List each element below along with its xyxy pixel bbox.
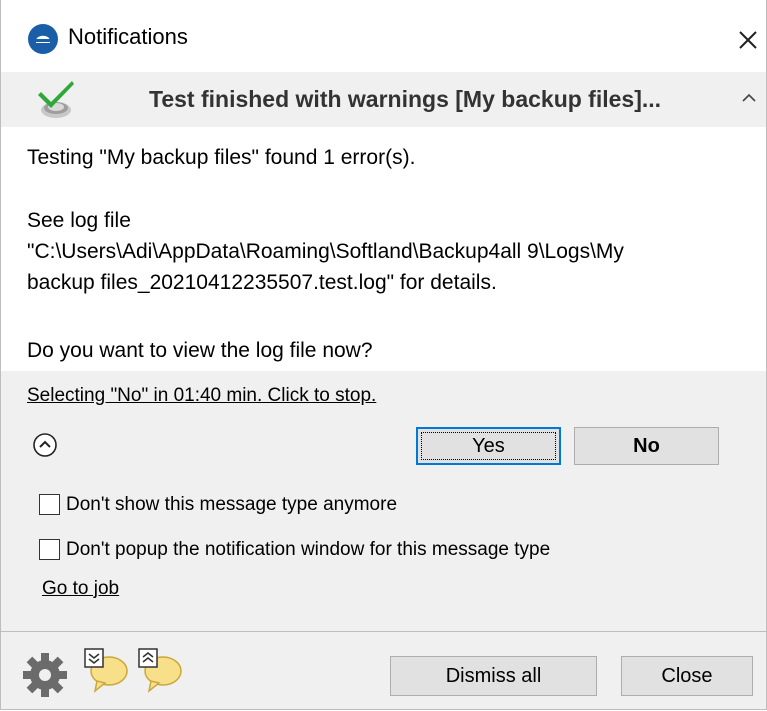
no-button-label: No (633, 434, 660, 457)
notifications-window: Notifications Test finished with warning… (0, 0, 767, 710)
dismiss-all-label: Dismiss all (445, 664, 542, 687)
yes-button[interactable]: Yes (416, 427, 561, 465)
window-title: Notifications (68, 24, 188, 49)
message-line-3: "C:\Users\Adi\AppData\Roaming\Softland\B… (27, 240, 624, 263)
go-to-job-link[interactable]: Go to job (42, 578, 119, 600)
message-line-1: Testing "My backup files" found 1 error(… (27, 146, 416, 169)
message-line-4: backup files_20210412235507.test.log" fo… (27, 271, 497, 294)
circle-chevron-up-icon[interactable] (32, 432, 58, 458)
close-button-label: Close (661, 664, 713, 687)
check-success-icon (38, 81, 74, 118)
focus-rectangle (421, 432, 556, 460)
notification-title: Test finished with warnings [My backup f… (149, 86, 662, 112)
message-line-2: See log file (27, 209, 131, 232)
expand-all-bubble-icon[interactable] (83, 645, 131, 693)
backup4all-logo-icon (28, 24, 58, 54)
gear-icon[interactable] (21, 651, 69, 699)
title-bar: Notifications (1, 8, 766, 72)
dismiss-all-button[interactable]: Dismiss all (390, 656, 597, 696)
chevron-up-icon[interactable] (741, 90, 757, 106)
countdown-link[interactable]: Selecting "No" in 01:40 min. Click to st… (27, 385, 376, 407)
collapse-all-bubble-icon[interactable] (137, 645, 185, 693)
close-icon[interactable] (734, 26, 762, 54)
dont-popup-label[interactable]: Don't popup the notification window for … (66, 539, 550, 561)
no-button[interactable]: No (574, 427, 719, 465)
close-button[interactable]: Close (621, 656, 753, 696)
dont-popup-checkbox[interactable] (39, 539, 60, 560)
message-question: Do you want to view the log file now? (27, 339, 373, 362)
dont-show-checkbox[interactable] (39, 494, 60, 515)
dont-show-label[interactable]: Don't show this message type anymore (66, 494, 397, 516)
